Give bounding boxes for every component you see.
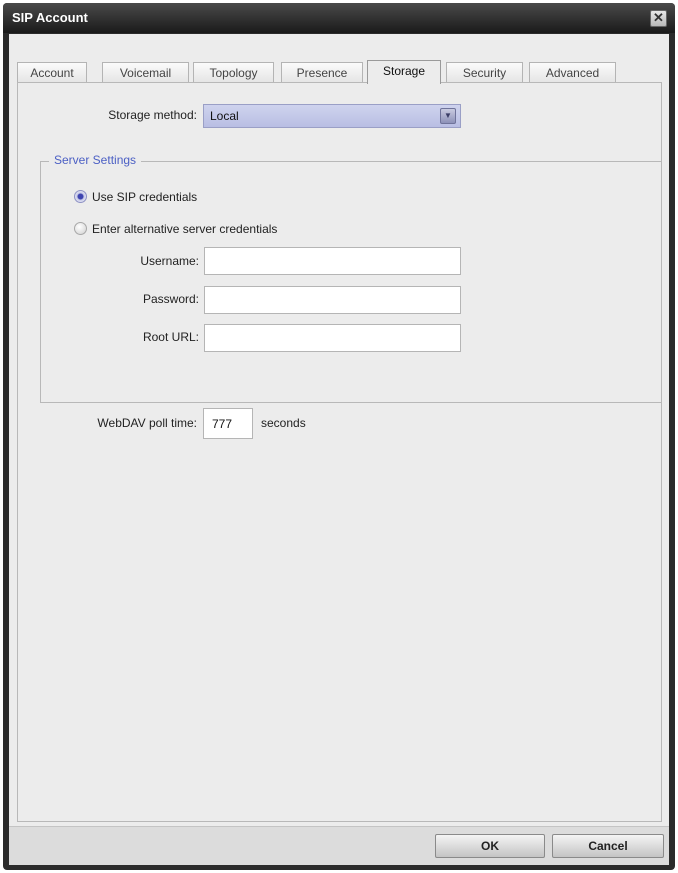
cancel-button[interactable]: Cancel [552, 834, 664, 858]
server-settings-title: Server Settings [49, 153, 142, 167]
ok-button[interactable]: OK [435, 834, 545, 858]
webdav-poll-unit: seconds [261, 416, 306, 430]
password-label: Password: [142, 292, 199, 306]
use-sip-credentials-radio[interactable] [74, 190, 87, 203]
close-icon[interactable]: ✕ [650, 10, 667, 27]
root-url-field[interactable] [204, 324, 461, 352]
alt-credentials-radio[interactable] [74, 222, 87, 235]
chevron-down-icon[interactable]: ▼ [440, 108, 456, 124]
storage-method-value: Local [210, 109, 239, 123]
username-label: Username: [140, 254, 199, 268]
username-field[interactable] [204, 247, 461, 275]
webdav-poll-input[interactable]: 777 [203, 408, 253, 439]
tab-presence[interactable]: Presence [281, 62, 363, 83]
server-settings-group: Server Settings Use SIP credentials Ente… [40, 153, 662, 403]
dialog-footer: OK Cancel [9, 826, 669, 865]
tab-security[interactable]: Security [446, 62, 523, 83]
title-bar: SIP Account ✕ [3, 3, 675, 33]
storage-tab-panel: Storage method: Local ▼ Server Settings … [17, 82, 662, 822]
webdav-poll-label: WebDAV poll time: [97, 416, 197, 430]
window-title: SIP Account [12, 10, 88, 25]
tab-topology[interactable]: Topology [193, 62, 274, 83]
dialog-client-area: Account Voicemail Topology Presence Stor… [9, 34, 669, 865]
storage-method-select[interactable]: Local ▼ [203, 104, 461, 128]
webdav-poll-value: 777 [212, 417, 233, 431]
use-sip-credentials-label[interactable]: Use SIP credentials [92, 190, 197, 204]
alt-credentials-label[interactable]: Enter alternative server credentials [92, 222, 277, 236]
storage-method-label: Storage method: [108, 108, 197, 122]
root-url-label: Root URL: [142, 330, 199, 344]
dialog-window: SIP Account ✕ Account Voicemail Topology… [3, 3, 675, 870]
tab-advanced[interactable]: Advanced [529, 62, 616, 83]
tab-voicemail[interactable]: Voicemail [102, 62, 189, 83]
password-field[interactable] [204, 286, 461, 314]
tab-account[interactable]: Account [17, 62, 87, 83]
tab-storage[interactable]: Storage [367, 60, 441, 84]
